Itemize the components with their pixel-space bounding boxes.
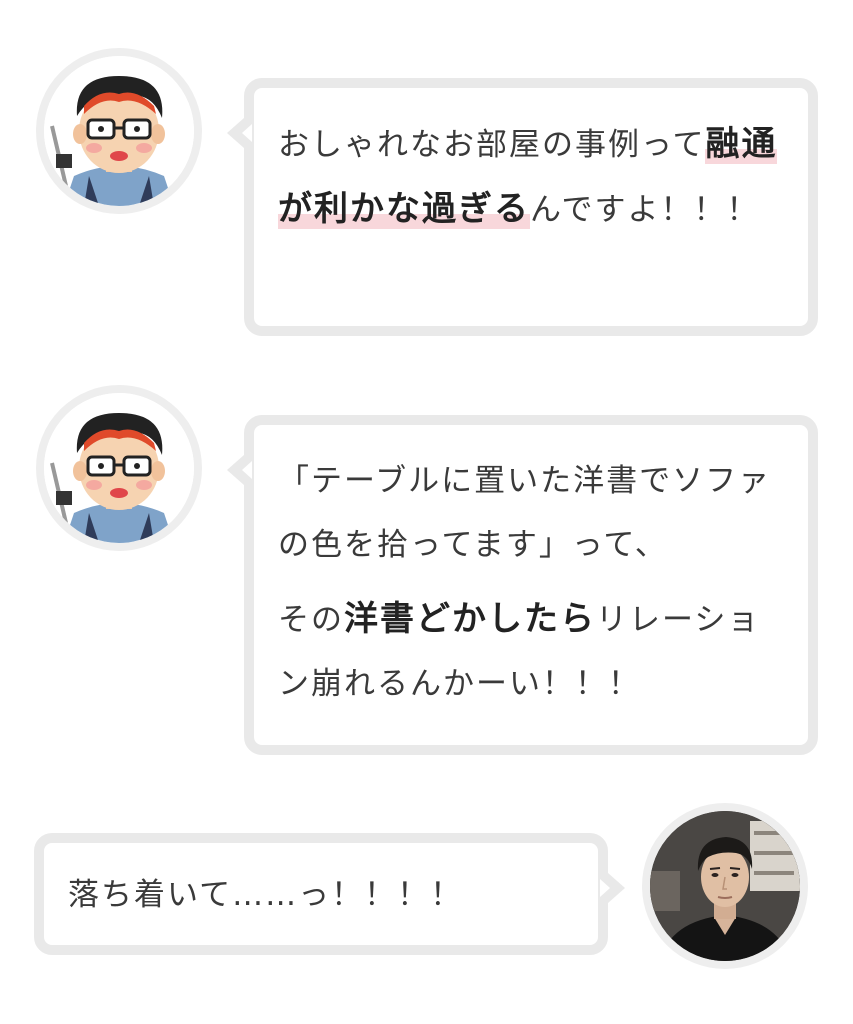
message-paragraph: おしゃれなお部屋の事例って融通が利かな過ぎるんですよ！！！ [278,112,788,242]
message-segment: その [278,602,344,638]
message-segment: 「テーブルに置いた洋書でソファの色を拾ってます」って、 [278,463,772,563]
message-segment: 落ち着いて……っ！！！！ [68,877,464,913]
message-segment: んですよ！！！ [530,192,760,228]
illustration-man-avatar [36,48,202,214]
photo-man-avatar [642,803,808,969]
illustration-man-avatar [36,385,202,551]
message-segment: おしゃれなお部屋の事例って [278,127,706,163]
message-text: おしゃれなお部屋の事例って融通が利かな過ぎるんですよ！！！ [278,112,788,242]
emphasized-text: 洋書どかしたら [344,599,596,639]
person-photo-icon [650,811,800,961]
chat-conversation: おしゃれなお部屋の事例って融通が利かな過ぎるんですよ！！！ 「テーブルに置いた洋… [0,0,853,1024]
speech-bubble: おしゃれなお部屋の事例って融通が利かな過ぎるんですよ！！！ [227,78,818,336]
speech-bubble: 落ち着いて……っ！！！！ [34,833,625,955]
message-paragraph: 落ち着いて……っ！！！！ [68,863,578,927]
message-text: 落ち着いて……っ！！！！ [68,863,578,927]
cartoon-man-icon [44,56,194,206]
message-paragraph: 「テーブルに置いた洋書でソファの色を拾ってます」って、 [278,449,778,577]
cartoon-man-icon [44,393,194,543]
speech-bubble: 「テーブルに置いた洋書でソファの色を拾ってます」って、 その洋書どかしたらリレー… [227,415,818,755]
message-paragraph: その洋書どかしたらリレーション崩れるんかーい！！！ [278,587,778,716]
message-text: 「テーブルに置いた洋書でソファの色を拾ってます」って、 その洋書どかしたらリレー… [278,449,778,716]
